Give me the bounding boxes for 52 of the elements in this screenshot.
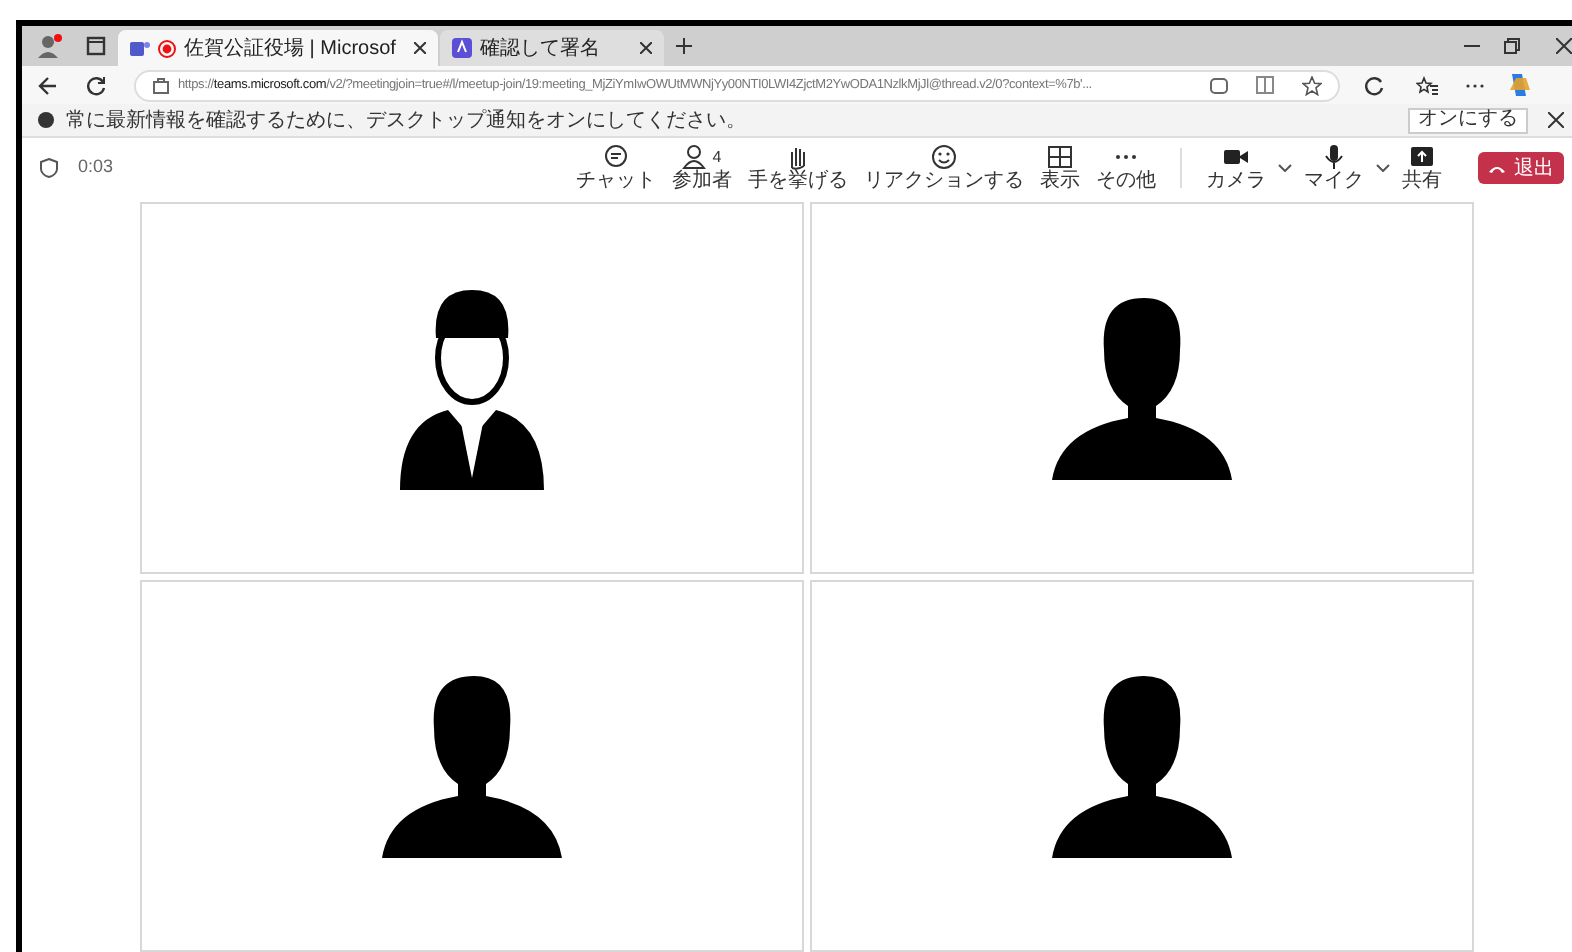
camera-button[interactable]: カメラ [1198,140,1274,196]
view-button[interactable]: 表示 [1032,140,1088,196]
favorites-icon[interactable] [1416,75,1438,95]
hand-button[interactable]: 手を挙げる [740,140,856,196]
people-button[interactable]: 4 参加者 [664,140,740,196]
view-icon [1046,144,1074,170]
refresh-icon[interactable] [86,75,106,95]
browser-tab[interactable]: 佐賀公証役場 | Microsof [118,30,438,66]
reading-view-icon[interactable] [1256,76,1274,94]
close-icon[interactable] [1556,38,1572,54]
notification-message: 常に最新情報を確認するために、デスクトップ通知をオンにしてください。 [66,107,746,135]
favorite-star-icon[interactable] [1302,75,1322,95]
participant-count: 4 [712,145,722,169]
mic-icon [1320,144,1348,170]
tab-title: 佐賀公証役場 | Microsof [184,35,398,63]
close-icon[interactable] [640,42,652,54]
tab-actions-icon[interactable] [86,36,106,56]
hang-up-icon [1488,163,1506,173]
shield-icon [40,158,58,178]
new-tab-icon[interactable] [676,38,692,54]
person-silhouette-icon [382,671,562,861]
refresh-icon[interactable] [1364,75,1384,95]
minimize-icon[interactable] [1464,44,1480,48]
restore-button[interactable] [1504,38,1520,54]
caret-icon[interactable] [1376,164,1390,172]
profile-icon[interactable] [38,34,62,58]
app-available-icon[interactable] [1210,77,1228,93]
react-button[interactable]: リアクションする [856,140,1032,196]
react-icon [930,144,958,170]
mic-button[interactable]: マイク [1296,140,1372,196]
person-silhouette-icon [1052,293,1232,483]
more-button[interactable]: その他 [1088,140,1164,196]
info-icon [38,112,54,128]
back-icon[interactable] [38,75,58,95]
copilot-icon[interactable] [1508,74,1530,96]
tab-title: 確認して署名 [480,35,602,63]
chat-icon [602,144,630,170]
meeting-timer: 0:03 [78,154,114,181]
browser-tab[interactable]: 確認して署名 [440,30,664,66]
turn-on-button[interactable]: オンにする [1408,107,1528,133]
camera-icon [1222,144,1250,170]
people-icon [682,144,711,170]
leave-button[interactable]: 退出 [1478,152,1564,184]
chat-button[interactable]: チャット [568,140,664,196]
close-icon[interactable] [1548,112,1564,128]
person-silhouette-icon [1052,671,1232,861]
teams-icon [130,39,150,57]
document-icon [452,38,472,58]
close-icon[interactable] [414,42,426,54]
share-button[interactable]: 共有 [1394,140,1450,196]
caret-icon[interactable] [1278,164,1292,172]
share-icon [1408,144,1436,170]
